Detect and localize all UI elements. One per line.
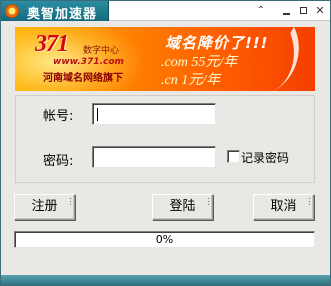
password-input[interactable] [92,146,216,168]
banner-price-cn: .cn 1元/年 [161,73,221,88]
progress-bar: 0% [14,231,315,248]
button-grip-icon [207,197,210,205]
banner-logo-url: www.371.com [53,57,124,67]
password-label: 密码: [43,154,74,169]
remember-password-checkbox[interactable] [227,150,240,163]
caret-up-icon[interactable]: ⌃ [253,3,269,19]
remember-password-label[interactable]: 记录密码 [241,149,289,166]
username-label: 帐号: [43,109,74,124]
login-button[interactable]: 登陆 [152,194,213,220]
title-tab[interactable]: 奥智加速器 [1,1,109,22]
cancel-button-label: 取消 [270,199,297,214]
button-grip-icon [69,197,72,205]
close-icon[interactable]: ✕ [312,3,328,19]
window-bottom-border [1,275,330,285]
login-button-label: 登陆 [169,199,196,214]
register-button[interactable]: 注册 [14,194,75,220]
cancel-button[interactable]: 取消 [253,194,314,220]
banner-logo-sub: 数字中心 [83,46,120,56]
minimize-icon[interactable] [278,3,294,19]
button-grip-icon [308,197,311,205]
banner-price-com: .com 55元/年 [161,55,238,70]
ad-banner[interactable]: 371 数字中心 www.371.com 河南域名网络旗下 域名降价了!!! .… [15,27,315,91]
banner-logo-tag: 河南域名网络旗下 [43,73,123,84]
register-button-label: 注册 [31,199,58,214]
progress-text: 0% [155,233,174,246]
banner-logo-number: 371 [35,31,69,57]
app-icon[interactable] [5,4,19,18]
window-title: 奥智加速器 [27,7,98,22]
title-bar[interactable]: 奥智加速器 ⌃ ✕ [1,1,330,22]
text-caret [97,108,98,121]
login-window: 奥智加速器 ⌃ ✕ 371 数字中心 www.371.com 河南域名网络旗下 … [0,0,331,286]
maximize-icon[interactable] [295,3,311,19]
username-input[interactable] [92,103,216,125]
